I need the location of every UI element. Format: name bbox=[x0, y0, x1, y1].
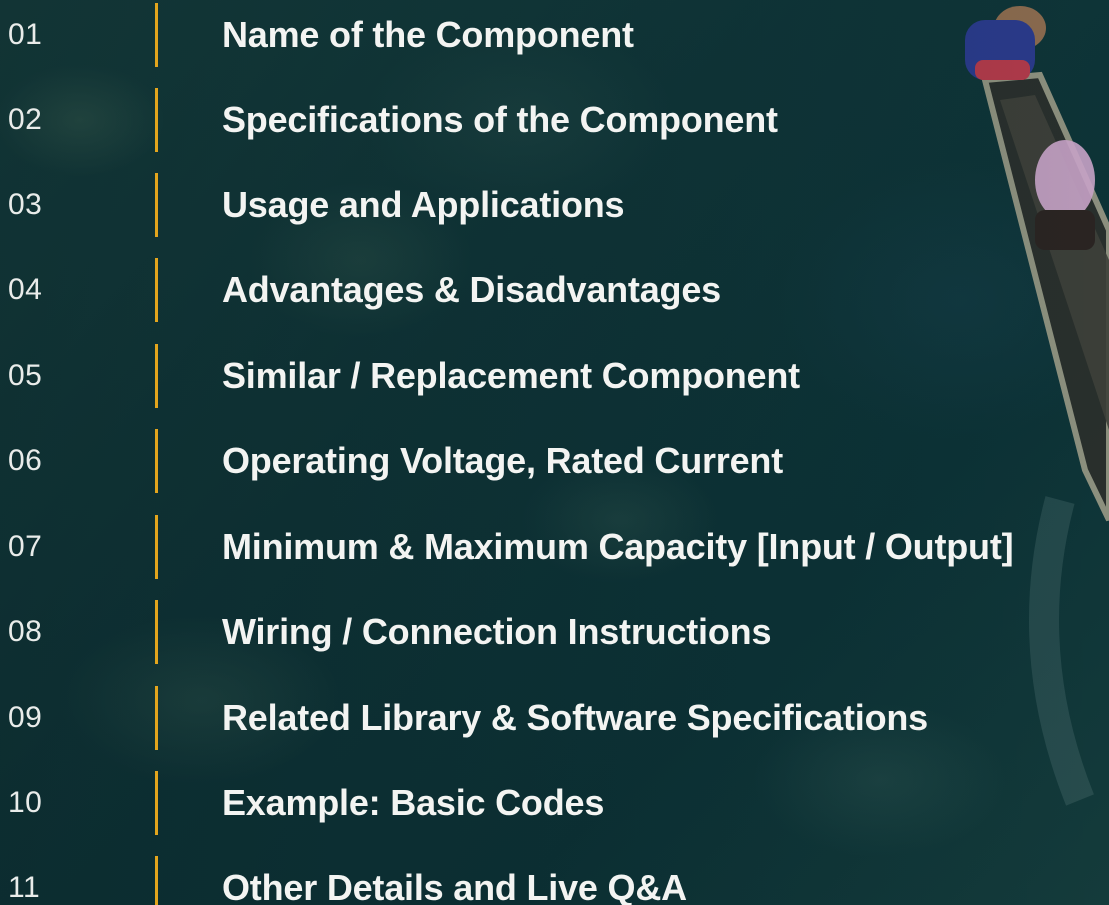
agenda-item-04: 04 Advantages & Disadvantages bbox=[0, 247, 1109, 332]
item-label: Minimum & Maximum Capacity [Input / Outp… bbox=[222, 525, 1014, 567]
agenda-list: 01 Name of the Component 02 Specificatio… bbox=[0, 0, 1109, 905]
divider-bar bbox=[155, 599, 158, 664]
item-label: Wiring / Connection Instructions bbox=[222, 610, 772, 652]
agenda-item-01: 01 Name of the Component bbox=[0, 0, 1109, 77]
item-label: Example: Basic Codes bbox=[222, 781, 605, 823]
agenda-item-08: 08 Wiring / Connection Instructions bbox=[0, 589, 1109, 674]
item-label: Advantages & Disadvantages bbox=[222, 268, 721, 310]
divider-bar bbox=[155, 685, 158, 750]
item-label: Specifications of the Component bbox=[222, 98, 778, 140]
item-number: 11 bbox=[8, 870, 41, 904]
agenda-item-06: 06 Operating Voltage, Rated Current bbox=[0, 418, 1109, 503]
item-number: 06 bbox=[8, 443, 43, 477]
item-number: 04 bbox=[8, 272, 43, 306]
divider-bar bbox=[155, 514, 158, 579]
agenda-item-11: 11 Other Details and Live Q&A bbox=[0, 845, 1109, 905]
item-number: 03 bbox=[8, 187, 43, 221]
divider-bar bbox=[155, 428, 158, 493]
divider-bar bbox=[155, 2, 158, 67]
item-number: 09 bbox=[8, 700, 43, 734]
item-label: Similar / Replacement Component bbox=[222, 354, 800, 396]
item-number: 05 bbox=[8, 358, 43, 392]
item-number: 07 bbox=[8, 529, 43, 563]
agenda-item-07: 07 Minimum & Maximum Capacity [Input / O… bbox=[0, 504, 1109, 589]
agenda-item-02: 02 Specifications of the Component bbox=[0, 77, 1109, 162]
divider-bar bbox=[155, 770, 158, 835]
item-label: Other Details and Live Q&A bbox=[222, 866, 687, 905]
divider-bar bbox=[155, 87, 158, 152]
item-number: 01 bbox=[8, 17, 43, 51]
agenda-item-09: 09 Related Library & Software Specificat… bbox=[0, 675, 1109, 760]
agenda-item-10: 10 Example: Basic Codes bbox=[0, 760, 1109, 845]
item-label: Name of the Component bbox=[222, 13, 634, 55]
item-label: Usage and Applications bbox=[222, 183, 625, 225]
divider-bar bbox=[155, 172, 158, 237]
divider-bar bbox=[155, 855, 158, 905]
divider-bar bbox=[155, 257, 158, 322]
item-number: 02 bbox=[8, 102, 43, 136]
divider-bar bbox=[155, 343, 158, 408]
agenda-item-05: 05 Similar / Replacement Component bbox=[0, 333, 1109, 418]
item-number: 10 bbox=[8, 785, 43, 819]
agenda-item-03: 03 Usage and Applications bbox=[0, 162, 1109, 247]
item-number: 08 bbox=[8, 614, 43, 648]
item-label: Operating Voltage, Rated Current bbox=[222, 439, 784, 481]
item-label: Related Library & Software Specification… bbox=[222, 696, 928, 738]
